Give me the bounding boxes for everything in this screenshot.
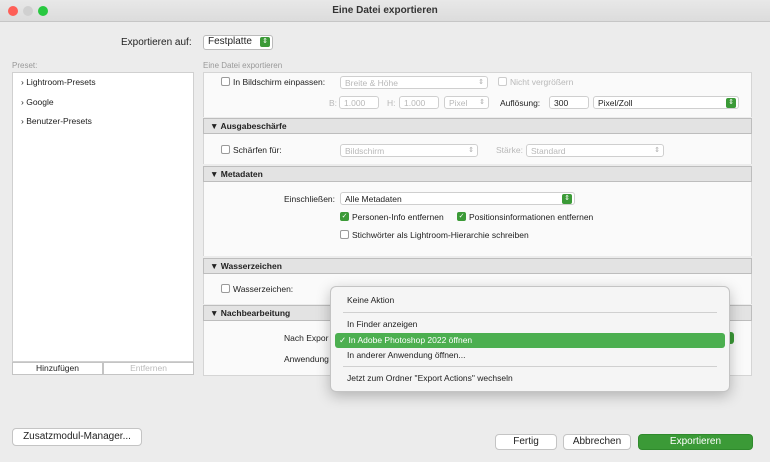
sharpen-for-select[interactable]: Bildschirm ⇕ [340, 144, 478, 157]
title-bar: Eine Datei exportieren [0, 0, 770, 22]
fit-screen-select[interactable]: Breite & Höhe ⇕ [340, 76, 488, 89]
keywords-hierarchy-checkbox[interactable] [340, 230, 349, 239]
menu-item-no-action[interactable]: Keine Aktion [335, 293, 725, 308]
preset-list: › Lightroom-Presets › Google › Benutzer-… [12, 72, 194, 362]
after-export-menu: Keine Aktion In Finder anzeigen ✓ In Ado… [330, 286, 730, 392]
chevron-updown-icon: ⇕ [562, 194, 572, 204]
metadata-panel: Einschließen: Alle Metadaten ⇕ ✓ Personen… [203, 182, 752, 256]
height-input[interactable]: 1.000 [399, 96, 439, 109]
disclosure-triangle-icon: ▼ [210, 261, 221, 271]
sizing-panel: In Bildschirm einpassen: Breite & Höhe ⇕ … [203, 72, 752, 117]
sharpen-checkbox[interactable] [221, 145, 230, 154]
remove-person-checkbox[interactable]: ✓ [340, 212, 349, 221]
menu-separator [343, 312, 717, 313]
include-select[interactable]: Alle Metadaten ⇕ [340, 192, 575, 205]
export-button[interactable]: Exportieren [638, 434, 753, 450]
preset-item-user[interactable]: › Benutzer-Presets [21, 116, 92, 126]
disclosure-triangle-icon: ▼ [210, 121, 221, 131]
resolution-unit-select[interactable]: Pixel/Zoll ⇕ [593, 96, 739, 109]
resolution-label: Auflösung: [500, 98, 541, 108]
plugin-manager-button[interactable]: Zusatzmodul-Manager... [12, 428, 142, 446]
preset-item-lightroom[interactable]: › Lightroom-Presets [21, 77, 96, 87]
chevron-updown-icon: ⇕ [726, 98, 736, 108]
disclosure-triangle-icon: ▼ [210, 169, 221, 179]
window-title: Eine Datei exportieren [332, 5, 438, 16]
include-label: Einschließen: [284, 194, 336, 204]
section-header: Eine Datei exportieren [203, 61, 283, 70]
unit-select[interactable]: Pixel ⇕ [444, 96, 489, 109]
watermark-label: Wasserzeichen: [233, 284, 294, 294]
sharpen-for-label: Schärfen für: [233, 145, 282, 155]
no-enlarge-label: Nicht vergrößern [510, 77, 574, 87]
chevron-updown-icon: ⇕ [478, 79, 484, 86]
export-to-select[interactable]: Festplatte ⇕ [203, 35, 273, 50]
menu-item-open-other-app[interactable]: In anderer Anwendung öffnen... [335, 348, 725, 363]
width-label: B: [329, 98, 338, 108]
strength-label: Stärke: [496, 145, 523, 155]
chevron-updown-icon: ⇕ [654, 147, 660, 154]
chevron-updown-icon: ⇕ [260, 37, 270, 47]
after-export-label: Nach Expor [284, 333, 329, 343]
add-preset-button[interactable]: Hinzufügen [12, 362, 103, 375]
sharpening-panel: Schärfen für: Bildschirm ⇕ Stärke: Standa… [203, 134, 752, 164]
export-to-label: Exportieren auf: [121, 37, 192, 48]
watermark-checkbox[interactable] [221, 284, 230, 293]
remove-preset-button[interactable]: Entfernen [103, 362, 194, 375]
preset-item-google[interactable]: › Google [21, 97, 54, 107]
resolution-input[interactable]: 300 [549, 96, 589, 109]
menu-item-export-actions[interactable]: Jetzt zum Ordner "Export Actions" wechse… [335, 371, 725, 386]
no-enlarge-checkbox[interactable] [498, 77, 507, 86]
strength-select[interactable]: Standard ⇕ [526, 144, 664, 157]
chevron-updown-icon: ⇕ [468, 147, 474, 154]
keywords-hierarchy-label: Stichwörter als Lightroom-Hierarchie sch… [352, 230, 529, 240]
section-header-watermark[interactable]: ▼ Wasserzeichen [203, 258, 752, 274]
preset-header: Preset: [12, 61, 38, 70]
menu-item-show-in-finder[interactable]: In Finder anzeigen [335, 317, 725, 332]
section-header-sharpening[interactable]: ▼ Ausgabeschärfe [203, 118, 752, 134]
fit-screen-label: In Bildschirm einpassen: [233, 77, 326, 87]
disclosure-triangle-icon: ▼ [210, 308, 221, 318]
fit-screen-checkbox[interactable] [221, 77, 230, 86]
section-header-metadata[interactable]: ▼ Metadaten [203, 166, 752, 182]
remove-location-label: Positionsinformationen entfernen [469, 212, 594, 222]
width-input[interactable]: 1.000 [339, 96, 379, 109]
menu-item-open-photoshop[interactable]: ✓ In Adobe Photoshop 2022 öffnen [335, 333, 725, 348]
export-to-value: Festplatte [208, 36, 252, 47]
remove-person-label: Personen-Info entfernen [352, 212, 444, 222]
chevron-updown-icon: ⇕ [479, 99, 485, 106]
menu-separator [343, 366, 717, 367]
remove-location-checkbox[interactable]: ✓ [457, 212, 466, 221]
height-label: H: [387, 98, 396, 108]
done-button[interactable]: Fertig [495, 434, 557, 450]
application-label: Anwendung [284, 354, 329, 364]
cancel-button[interactable]: Abbrechen [563, 434, 631, 450]
